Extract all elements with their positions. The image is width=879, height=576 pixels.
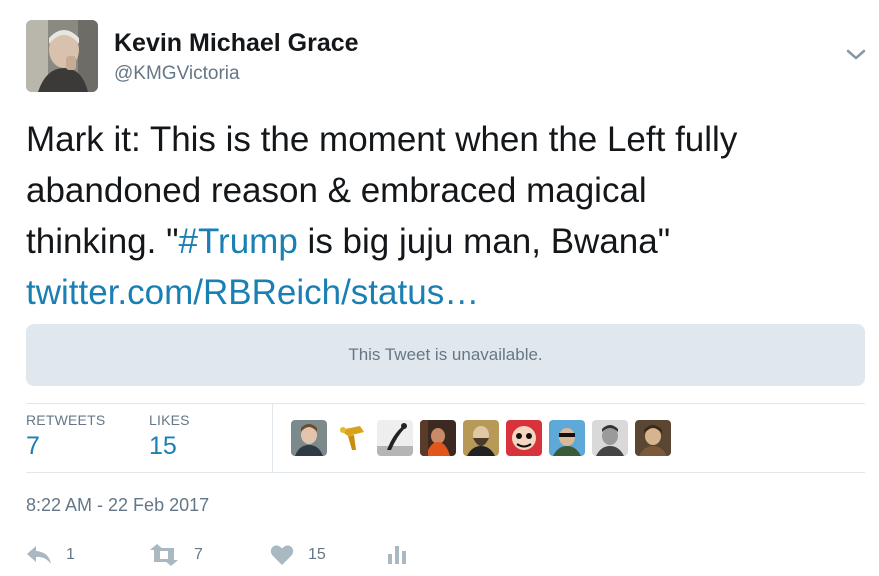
tweet-timestamp[interactable]: 8:22 AM - 22 Feb 2017 bbox=[26, 495, 209, 516]
unavailable-message: This Tweet is unavailable. bbox=[348, 345, 543, 364]
retweets-count: 7 bbox=[26, 432, 40, 460]
retweet-icon bbox=[148, 544, 180, 566]
reply-count: 1 bbox=[66, 546, 75, 563]
retweets-stat[interactable]: RETWEETS 7 bbox=[26, 412, 105, 461]
like-button[interactable]: 15 bbox=[270, 540, 326, 570]
likes-count: 15 bbox=[149, 432, 177, 460]
tweet-line: thinking. "#Trump is big juju man, Bwana… bbox=[26, 216, 866, 267]
more-options-caret-icon[interactable] bbox=[844, 42, 868, 66]
liker-avatar[interactable] bbox=[420, 420, 456, 456]
liker-avatar[interactable] bbox=[592, 420, 628, 456]
liker-avatar[interactable] bbox=[291, 420, 327, 456]
liker-avatar[interactable] bbox=[635, 420, 671, 456]
analytics-icon bbox=[386, 544, 408, 566]
quoted-tweet-card[interactable]: This Tweet is unavailable. bbox=[26, 324, 865, 386]
liker-avatar[interactable] bbox=[506, 420, 542, 456]
avatar[interactable] bbox=[26, 20, 98, 92]
status-link[interactable]: twitter.com/RBReich/status… bbox=[26, 273, 479, 312]
tweet-header: Kevin Michael Grace @KMGVictoria bbox=[26, 20, 876, 94]
tweet-text: Mark it: This is the moment when the Lef… bbox=[26, 114, 866, 318]
tweet-actions: 1 7 15 bbox=[26, 540, 526, 572]
reply-icon bbox=[26, 544, 52, 566]
liker-avatar[interactable] bbox=[377, 420, 413, 456]
heart-icon bbox=[270, 544, 294, 566]
liker-avatar[interactable] bbox=[334, 420, 370, 456]
like-count: 15 bbox=[308, 546, 326, 563]
analytics-button[interactable] bbox=[386, 540, 408, 570]
reply-button[interactable]: 1 bbox=[26, 540, 75, 570]
tweet-text-segment: is big juju man, Bwana" bbox=[297, 222, 671, 261]
stats-divider bbox=[272, 404, 273, 472]
retweet-count: 7 bbox=[194, 546, 203, 563]
tweet-line: twitter.com/RBReich/status… bbox=[26, 267, 866, 318]
liker-avatar[interactable] bbox=[549, 420, 585, 456]
retweets-label: RETWEETS bbox=[26, 412, 106, 428]
hashtag-link[interactable]: #Trump bbox=[179, 222, 298, 261]
liker-avatar[interactable] bbox=[463, 420, 499, 456]
liker-avatars bbox=[291, 420, 671, 456]
display-name[interactable]: Kevin Michael Grace bbox=[114, 29, 359, 58]
tweet-text-segment: thinking. " bbox=[26, 222, 179, 261]
likes-label: LIKES bbox=[149, 412, 190, 428]
retweet-button[interactable]: 7 bbox=[148, 540, 203, 570]
likes-stat[interactable]: LIKES 15 bbox=[149, 412, 190, 461]
user-handle[interactable]: @KMGVictoria bbox=[114, 63, 240, 85]
tweet-line: Mark it: This is the moment when the Lef… bbox=[26, 120, 738, 159]
tweet-line: abandoned reason & embraced magical bbox=[26, 171, 647, 210]
tweet-stats: RETWEETS 7 LIKES 15 bbox=[26, 403, 865, 473]
